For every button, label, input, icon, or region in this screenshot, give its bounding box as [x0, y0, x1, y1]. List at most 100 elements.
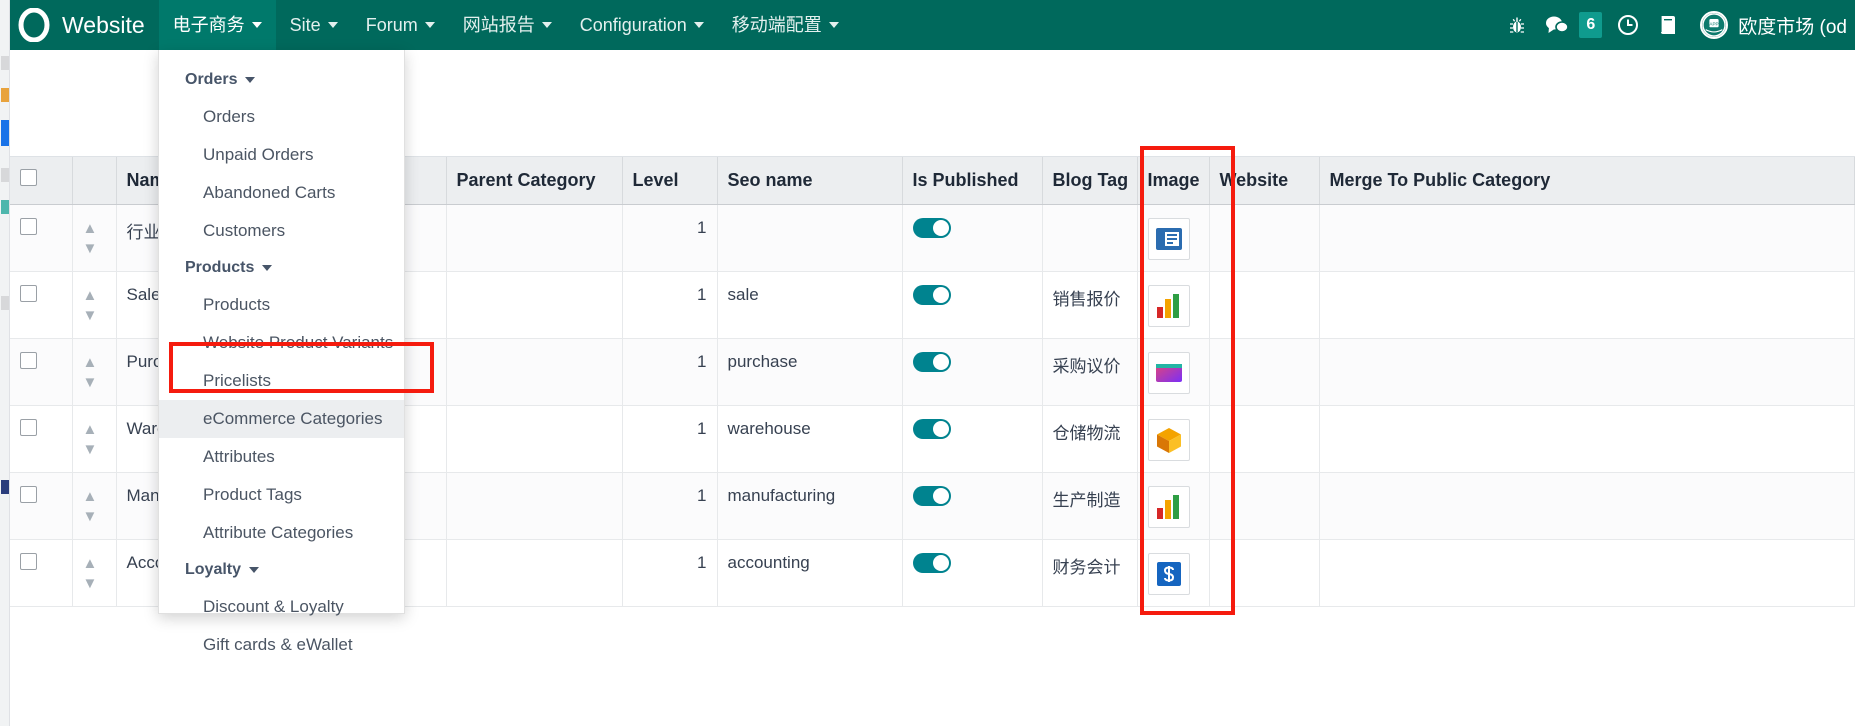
col-seo-name[interactable]: Seo name	[717, 157, 903, 205]
cell-seo-name[interactable]: manufacturing	[717, 472, 903, 540]
cell-blog-tag[interactable]	[1042, 204, 1138, 272]
drag-handle-icon[interactable]: ▲ ▼	[83, 220, 98, 257]
cell-is-published[interactable]	[902, 338, 1043, 406]
cell-seo-name[interactable]: accounting	[717, 539, 903, 607]
row-checkbox[interactable]	[20, 552, 37, 570]
cell-seo-name[interactable]: sale	[717, 271, 903, 339]
row-checkbox[interactable]	[20, 485, 37, 503]
dd-item-discount-loyalty[interactable]: Discount & Loyalty	[159, 588, 404, 626]
cell-blog-tag[interactable]: 销售报价	[1042, 271, 1138, 339]
drag-handle-icon[interactable]: ▲ ▼	[83, 421, 98, 458]
cell-level[interactable]: 1	[622, 204, 718, 272]
cell-is-published[interactable]	[902, 472, 1043, 540]
dd-item-pricelists[interactable]: Pricelists	[159, 362, 404, 400]
cell-merge-to-public-category[interactable]	[1319, 539, 1855, 607]
cell-is-published[interactable]	[902, 271, 1043, 339]
cell-level[interactable]: 1	[622, 539, 718, 607]
is-published-toggle[interactable]	[912, 552, 951, 573]
nav-forum[interactable]: Forum	[352, 0, 449, 50]
is-published-toggle[interactable]	[912, 217, 951, 238]
row-checkbox[interactable]	[20, 418, 37, 436]
dd-item-orders[interactable]: Orders	[159, 98, 404, 136]
cell-website[interactable]	[1209, 338, 1320, 406]
odoo-logo-icon[interactable]	[10, 8, 58, 42]
dd-item-website-product-variants[interactable]: Website Product Variants	[159, 324, 404, 362]
cell-level[interactable]: 1	[622, 271, 718, 339]
cell-parent-category[interactable]	[446, 472, 623, 540]
cell-merge-to-public-category[interactable]	[1319, 405, 1855, 473]
col-parent-category[interactable]: Parent Category	[446, 157, 623, 205]
col-level[interactable]: Level	[622, 157, 718, 205]
cell-level[interactable]: 1	[622, 405, 718, 473]
cell-image[interactable]	[1137, 338, 1210, 406]
drag-handle-icon[interactable]: ▲ ▼	[83, 555, 98, 592]
row-checkbox[interactable]	[20, 284, 37, 302]
cell-image[interactable]	[1137, 204, 1210, 272]
cell-blog-tag[interactable]: 财务会计	[1042, 539, 1138, 607]
user-menu[interactable]: APP 欧度市场 (od	[1688, 0, 1855, 50]
row-checkbox[interactable]	[20, 217, 37, 235]
dd-item-product-tags[interactable]: Product Tags	[159, 476, 404, 514]
cell-parent-category[interactable]	[446, 271, 623, 339]
nav-ecommerce[interactable]: 电子商务	[158, 0, 276, 50]
cell-blog-tag[interactable]: 生产制造	[1042, 472, 1138, 540]
cell-website[interactable]	[1209, 405, 1320, 473]
drag-handle-icon[interactable]: ▲ ▼	[83, 287, 98, 324]
col-website[interactable]: Website	[1209, 157, 1320, 205]
cell-level[interactable]: 1	[622, 472, 718, 540]
row-checkbox[interactable]	[20, 351, 37, 369]
cell-merge-to-public-category[interactable]	[1319, 271, 1855, 339]
cell-is-published[interactable]	[902, 204, 1043, 272]
app-brand-title[interactable]: Website	[58, 0, 159, 50]
cell-parent-category[interactable]	[446, 539, 623, 607]
dd-item-gift-cards-ewallet[interactable]: Gift cards & eWallet	[159, 626, 404, 664]
is-published-toggle[interactable]	[912, 351, 951, 372]
dd-group-products[interactable]: Products	[159, 250, 404, 286]
cell-website[interactable]	[1209, 472, 1320, 540]
cell-parent-category[interactable]	[446, 204, 623, 272]
cell-merge-to-public-category[interactable]	[1319, 204, 1855, 272]
messages-button[interactable]: 6	[1537, 0, 1608, 50]
bug-icon[interactable]	[1497, 0, 1537, 50]
drag-handle-icon[interactable]: ▲ ▼	[83, 488, 98, 525]
is-published-toggle[interactable]	[912, 418, 951, 439]
nav-site[interactable]: Site	[276, 0, 352, 50]
cell-is-published[interactable]	[902, 539, 1043, 607]
drag-handle-icon[interactable]: ▲ ▼	[83, 354, 98, 391]
cell-website[interactable]	[1209, 204, 1320, 272]
nav-website-reports[interactable]: 网站报告	[449, 0, 566, 50]
dd-item-ecommerce-categories[interactable]: eCommerce Categories	[159, 400, 404, 438]
dd-item-attribute-categories[interactable]: Attribute Categories	[159, 514, 404, 552]
col-is-published[interactable]: Is Published	[902, 157, 1043, 205]
cell-website[interactable]	[1209, 271, 1320, 339]
clock-icon[interactable]	[1608, 0, 1648, 50]
dd-item-abandoned-carts[interactable]: Abandoned Carts	[159, 174, 404, 212]
dd-item-products[interactable]: Products	[159, 286, 404, 324]
col-merge-to-public-category[interactable]: Merge To Public Category	[1319, 157, 1855, 205]
select-all-checkbox[interactable]	[20, 169, 37, 187]
is-published-toggle[interactable]	[912, 485, 951, 506]
cell-seo-name[interactable]	[717, 204, 903, 272]
cell-image[interactable]	[1137, 271, 1210, 339]
dd-item-unpaid-orders[interactable]: Unpaid Orders	[159, 136, 404, 174]
cell-image[interactable]	[1137, 472, 1210, 540]
cell-blog-tag[interactable]: 仓储物流	[1042, 405, 1138, 473]
nav-configuration[interactable]: Configuration	[566, 0, 718, 50]
cell-parent-category[interactable]	[446, 338, 623, 406]
col-image[interactable]: Image	[1137, 157, 1210, 205]
cell-seo-name[interactable]: purchase	[717, 338, 903, 406]
col-blog-tag[interactable]: Blog Tag	[1042, 157, 1138, 205]
dd-item-attributes[interactable]: Attributes	[159, 438, 404, 476]
cell-merge-to-public-category[interactable]	[1319, 338, 1855, 406]
cell-blog-tag[interactable]: 采购议价	[1042, 338, 1138, 406]
cell-merge-to-public-category[interactable]	[1319, 472, 1855, 540]
dd-group-orders[interactable]: Orders	[159, 62, 404, 98]
cell-seo-name[interactable]: warehouse	[717, 405, 903, 473]
cell-parent-category[interactable]	[446, 405, 623, 473]
dd-group-loyalty[interactable]: Loyalty	[159, 552, 404, 588]
cell-is-published[interactable]	[902, 405, 1043, 473]
cell-website[interactable]	[1209, 539, 1320, 607]
dd-item-customers[interactable]: Customers	[159, 212, 404, 250]
is-published-toggle[interactable]	[912, 284, 951, 305]
cell-level[interactable]: 1	[622, 338, 718, 406]
